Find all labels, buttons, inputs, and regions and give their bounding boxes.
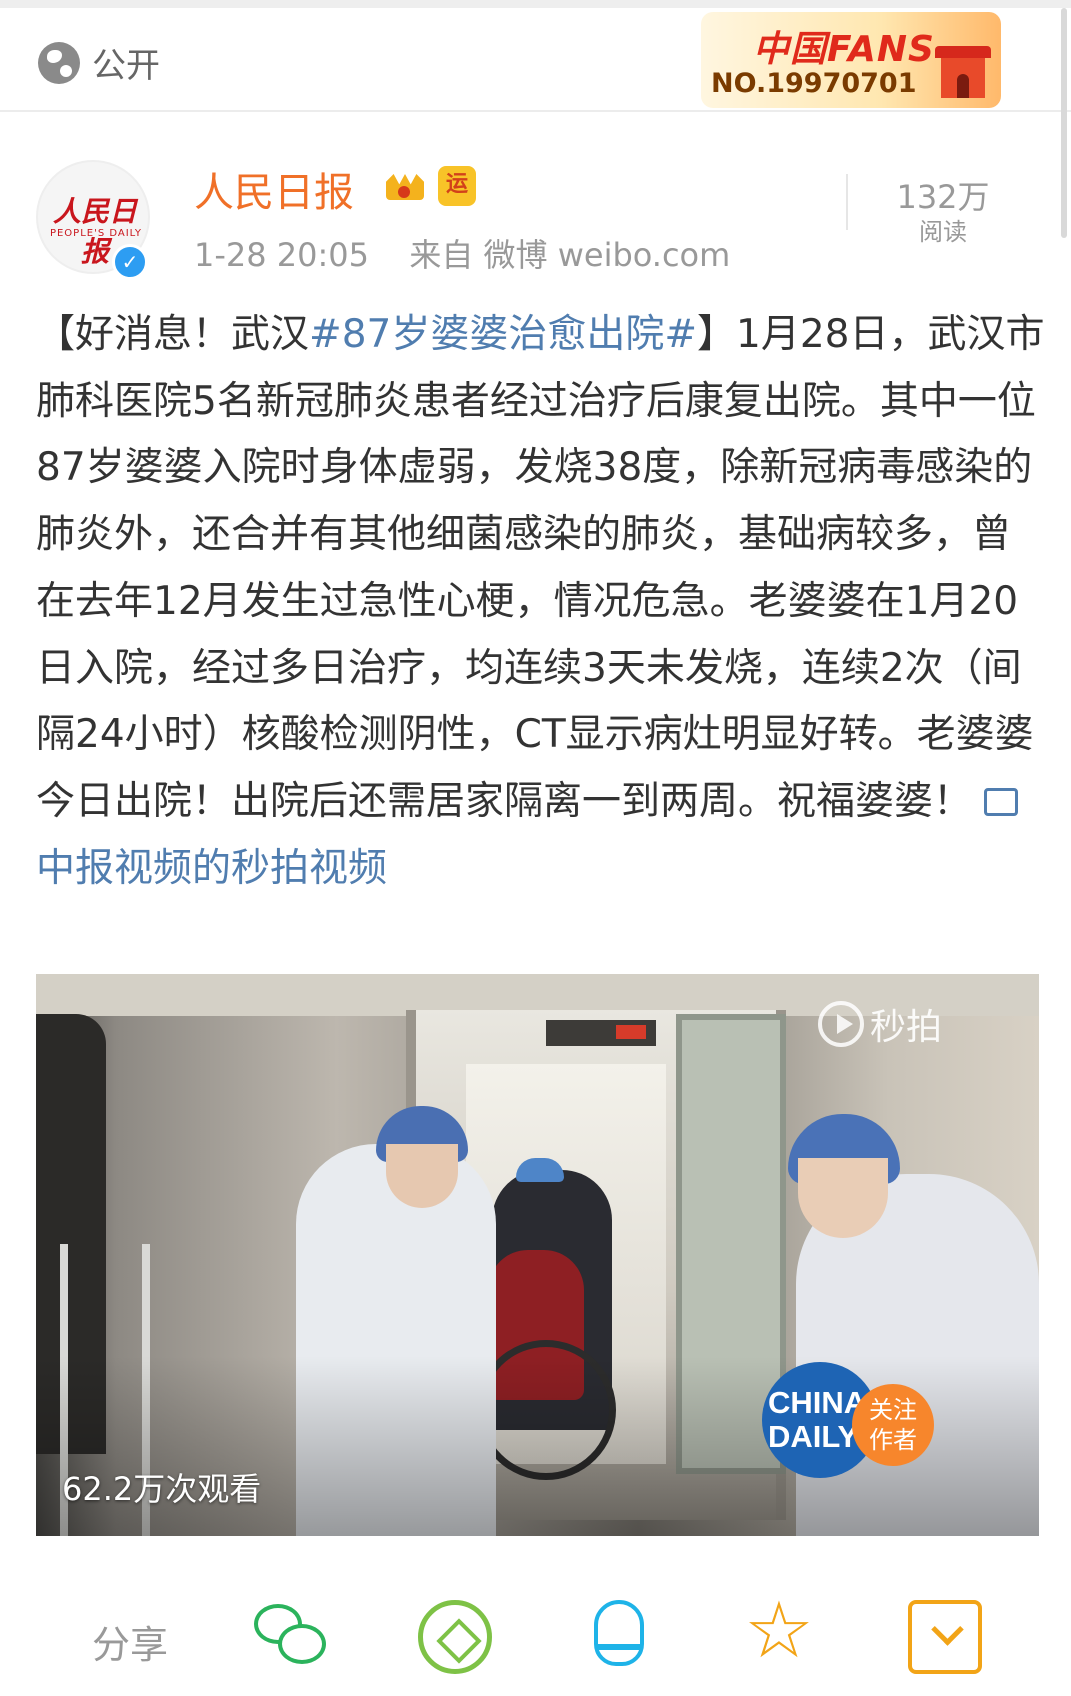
top-edge — [0, 0, 1071, 8]
qq-icon[interactable] — [582, 1600, 656, 1674]
tiananmen-gate-icon — [931, 46, 995, 102]
avatar-logo-subtext: PEOPLE'S DAILY — [49, 228, 143, 239]
post-source: 来自 微博 weibo.com — [409, 236, 731, 274]
fans-badge-number: NO.19970701 — [711, 68, 917, 99]
wechat-icon[interactable] — [254, 1600, 328, 1674]
author-row: 人民日报 PEOPLE'S DAILY ✓ 人民日报 运 1-28 20:05 … — [0, 130, 1071, 280]
download-icon[interactable] — [908, 1600, 982, 1674]
video-man-cap — [516, 1158, 564, 1182]
post-body: 【好消息！武汉#87岁婆婆治愈出院#】1月28日，武汉市肺科医院5名新冠肺炎患者… — [36, 302, 1046, 902]
favorite-icon[interactable] — [744, 1592, 818, 1674]
author-name[interactable]: 人民日报 — [194, 160, 354, 218]
yun-badge-icon[interactable]: 运 — [438, 166, 476, 206]
fans-badge-title: 中国FANS — [753, 29, 935, 70]
divider — [846, 174, 848, 230]
post-meta: 1-28 20:05 来自 微博 weibo.com — [194, 230, 730, 276]
view-count: 62.2万次观看 — [62, 1470, 262, 1508]
video-player[interactable]: 秒拍 62.2万次观看 CHINA DAILY 关注 作者 — [36, 974, 1039, 1536]
post-text-body: 】1月28日，武汉市肺科医院5名新冠肺炎患者经过治疗后康复出院。其中一位87岁婆… — [36, 312, 1045, 824]
play-icon — [818, 1001, 864, 1047]
follow-line-1: 关注 — [869, 1396, 917, 1424]
share-bar: 分享 — [0, 1584, 1071, 1696]
miaopai-watermark: 秒拍 — [818, 998, 942, 1050]
follow-author-button[interactable]: 关注 作者 — [852, 1384, 934, 1466]
follow-line-2: 作者 — [869, 1426, 917, 1454]
top-bar: 公开 中国FANS NO.19970701 — [0, 0, 1071, 112]
hashtag-link[interactable]: #87岁婆婆治愈出院# — [309, 312, 697, 357]
verified-icon: ✓ — [112, 244, 148, 280]
crown-icon[interactable] — [384, 164, 426, 204]
china-fans-badge[interactable]: 中国FANS NO.19970701 — [701, 12, 1001, 108]
miaopai-label: 秒拍 — [870, 1007, 943, 1048]
visibility-setting[interactable]: 公开 — [38, 38, 160, 87]
visibility-label: 公开 — [92, 46, 160, 86]
post-text-prefix: 【好消息！武汉 — [36, 312, 310, 357]
post-time: 1-28 20:05 — [194, 236, 370, 274]
share-label: 分享 — [92, 1623, 169, 1667]
read-label: 阅读 — [919, 218, 967, 246]
video-link-label: 中报视频的秒拍视频 — [36, 845, 388, 891]
moments-icon[interactable] — [418, 1600, 492, 1674]
globe-icon — [38, 41, 80, 84]
video-link-icon — [984, 787, 1019, 816]
video-exit-sign — [546, 1020, 656, 1046]
